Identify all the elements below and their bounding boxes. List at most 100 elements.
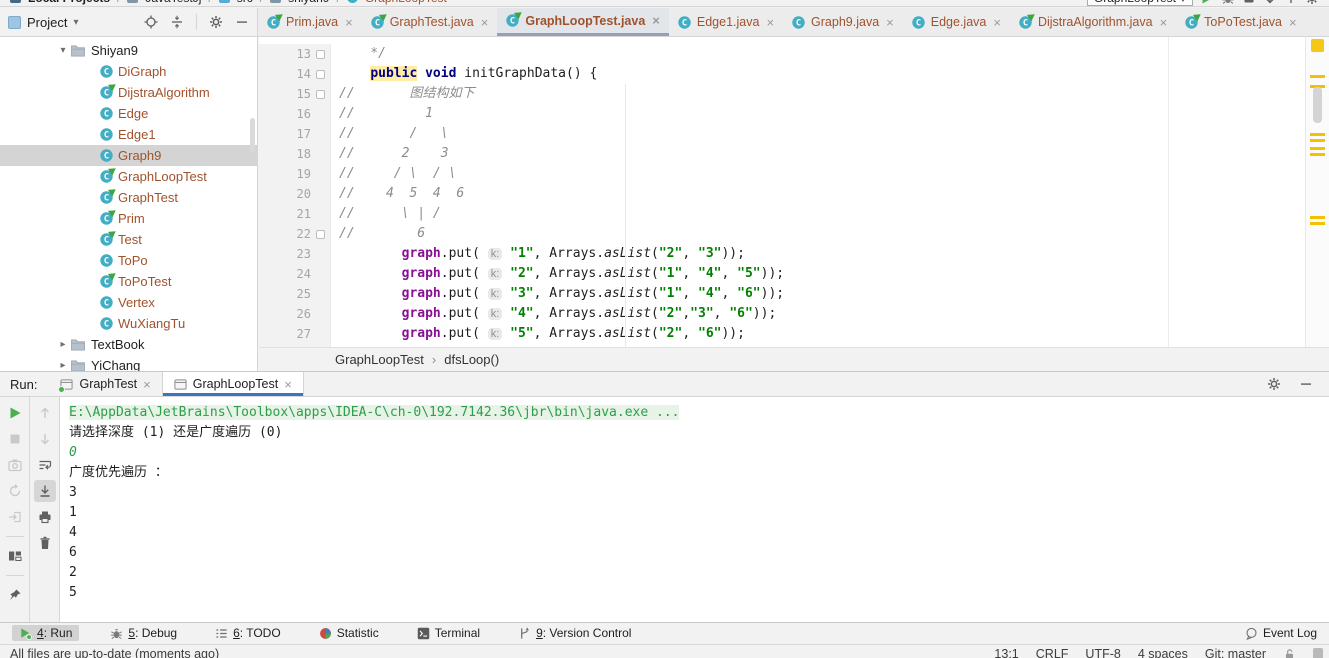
close-icon[interactable]: × [652, 13, 660, 28]
chevron-right-icon[interactable]: ▸ [56, 339, 70, 350]
close-icon[interactable]: × [345, 15, 353, 30]
close-icon[interactable]: × [766, 15, 774, 30]
up-button[interactable] [34, 402, 56, 424]
tree-scrollbar[interactable] [250, 118, 255, 152]
code-line-20[interactable]: 20 // 4 5 4 6 [259, 184, 1305, 204]
run-tab-graphlooptest[interactable]: GraphLoopTest × [161, 372, 304, 396]
close-icon[interactable]: × [481, 15, 489, 30]
git-branch[interactable]: Git: master [1205, 647, 1266, 658]
code-line-24[interactable]: 24 graph.put( k: "2", Arrays.asList("1",… [259, 264, 1305, 284]
print-button[interactable] [34, 506, 56, 528]
exit-button[interactable] [4, 506, 26, 528]
chevron-down-icon[interactable]: ▾ [73, 17, 78, 28]
fold-marker-icon[interactable] [316, 229, 325, 239]
editor-tab-graphlooptest-java[interactable]: C GraphLoopTest.java × [497, 8, 669, 36]
run-settings-gear-icon[interactable] [1267, 377, 1281, 391]
close-icon[interactable]: × [993, 15, 1001, 30]
warning-mark[interactable] [1310, 216, 1325, 219]
settings-gear-icon[interactable] [209, 15, 223, 29]
code-line-19[interactable]: 19 // / \ / \ [259, 164, 1305, 184]
stop-button[interactable] [4, 428, 26, 450]
code-line-22[interactable]: 22 // 6 [259, 224, 1305, 244]
tree-item-graph9[interactable]: C Graph9 [0, 145, 257, 166]
code-line-26[interactable]: 26 graph.put( k: "4", Arrays.asList("2",… [259, 304, 1305, 324]
project-panel-title[interactable]: Project [27, 15, 67, 30]
tree-item-textbook[interactable]: ▸ TextBook [0, 334, 257, 355]
toolwindow-terminal[interactable]: Terminal [410, 625, 487, 641]
breadcrumb[interactable]: JavaTestJj [145, 0, 201, 5]
code-line-14[interactable]: 14 public void initGraphData() { [259, 64, 1305, 84]
code-line-27[interactable]: 27 graph.put( k: "5", Arrays.asList("2",… [259, 324, 1305, 344]
caret-position[interactable]: 13:1 [994, 647, 1018, 658]
editor-tab-edge1-java[interactable]: C Edge1.java × [669, 8, 783, 36]
stop-button[interactable] [1242, 0, 1256, 5]
warning-mark[interactable] [1310, 139, 1325, 142]
toolwindow-9-version-control[interactable]: 9: Version Control [511, 625, 638, 641]
fold-marker-icon[interactable] [316, 49, 325, 59]
toolwindow-statistic[interactable]: Statistic [312, 625, 386, 641]
breadcrumb[interactable]: GraphLoopTest [365, 0, 447, 5]
hide-run-panel-icon[interactable] [1299, 377, 1313, 391]
editor-tab-dijstraalgorithm-java[interactable]: C DijstraAlgorithm.java × [1010, 8, 1176, 36]
scrollend-button[interactable] [33, 480, 56, 502]
run-configuration-select[interactable]: GraphLoopTest ▾ [1086, 0, 1193, 6]
breadcrumb[interactable]: Local Projects [28, 0, 110, 5]
breadcrumb[interactable]: src [237, 0, 253, 5]
softwrap-button[interactable] [34, 454, 56, 476]
tree-item-wuxiangtu[interactable]: C WuXiangTu [0, 313, 257, 334]
vcs-update-button[interactable] [1263, 0, 1277, 5]
toolwindow-4-run[interactable]: 4: Run [12, 625, 80, 641]
encoding[interactable]: UTF-8 [1085, 647, 1120, 658]
tree-item-yichang[interactable]: ▸ YiChang [0, 355, 257, 372]
editor-tab-prim-java[interactable]: C Prim.java × [258, 8, 362, 36]
locate-file-icon[interactable] [144, 15, 158, 29]
pin-button[interactable] [4, 584, 26, 606]
chevron-right-icon[interactable]: ▸ [56, 360, 70, 371]
debug-button[interactable] [1221, 0, 1235, 5]
tree-item-shiyan9[interactable]: ▾ Shiyan9 [0, 40, 257, 61]
fold-marker-icon[interactable] [316, 89, 325, 99]
code-line-17[interactable]: 17 // / \ [259, 124, 1305, 144]
warning-mark[interactable] [1310, 222, 1325, 225]
tree-item-vertex[interactable]: C Vertex [0, 292, 257, 313]
breadcrumb[interactable]: shiyan9 [288, 0, 329, 5]
fold-marker-icon[interactable] [316, 69, 325, 79]
ide-settings-icon[interactable] [1305, 0, 1319, 5]
editor-scrollbar-thumb[interactable] [1313, 87, 1322, 123]
close-icon[interactable]: × [1289, 15, 1297, 30]
lock-icon[interactable] [1283, 648, 1296, 658]
close-icon[interactable]: × [284, 377, 292, 392]
tree-item-prim[interactable]: C Prim [0, 208, 257, 229]
warnings-indicator-icon[interactable] [1311, 39, 1324, 52]
warning-mark[interactable] [1310, 75, 1325, 78]
event-log-button[interactable]: Event Log [1245, 626, 1317, 640]
hide-panel-icon[interactable] [235, 15, 249, 29]
tree-item-test[interactable]: C Test [0, 229, 257, 250]
toolwindow-6-todo[interactable]: 6: TODO [208, 625, 288, 641]
warning-mark[interactable] [1310, 147, 1325, 150]
editor-tab-topotest-java[interactable]: C ToPoTest.java × [1176, 8, 1305, 36]
warning-mark[interactable] [1310, 153, 1325, 156]
indent-info[interactable]: 4 spaces [1138, 647, 1188, 658]
editor-tab-edge-java[interactable]: C Edge.java × [903, 8, 1010, 36]
run-console[interactable]: E:\AppData\JetBrains\Toolbox\apps\IDEA-C… [60, 397, 1329, 622]
trash-button[interactable] [34, 532, 56, 554]
editor-tab-graphtest-java[interactable]: C GraphTest.java × [362, 8, 498, 36]
toolwindow-5-debug[interactable]: 5: Debug [103, 625, 184, 641]
code-line-16[interactable]: 16 // 1 [259, 104, 1305, 124]
tree-item-edge[interactable]: C Edge [0, 103, 257, 124]
tree-item-dijstraalgorithm[interactable]: C DijstraAlgorithm [0, 82, 257, 103]
code-line-15[interactable]: 15 // 图结构如下 [259, 84, 1305, 104]
run-tab-graphtest[interactable]: GraphTest × [49, 372, 161, 396]
restart-button[interactable] [4, 480, 26, 502]
code-line-23[interactable]: 23 graph.put( k: "1", Arrays.asList("2",… [259, 244, 1305, 264]
rerun-button[interactable] [4, 402, 26, 424]
code-line-13[interactable]: 13 */ [259, 44, 1305, 64]
close-icon[interactable]: × [143, 377, 151, 392]
error-stripe[interactable] [1305, 37, 1329, 347]
tree-item-digraph[interactable]: C DiGraph [0, 61, 257, 82]
chevron-down-icon[interactable]: ▾ [56, 45, 70, 56]
tree-item-graphtest[interactable]: C GraphTest [0, 187, 257, 208]
run-button[interactable] [1200, 0, 1214, 5]
tree-item-edge1[interactable]: C Edge1 [0, 124, 257, 145]
